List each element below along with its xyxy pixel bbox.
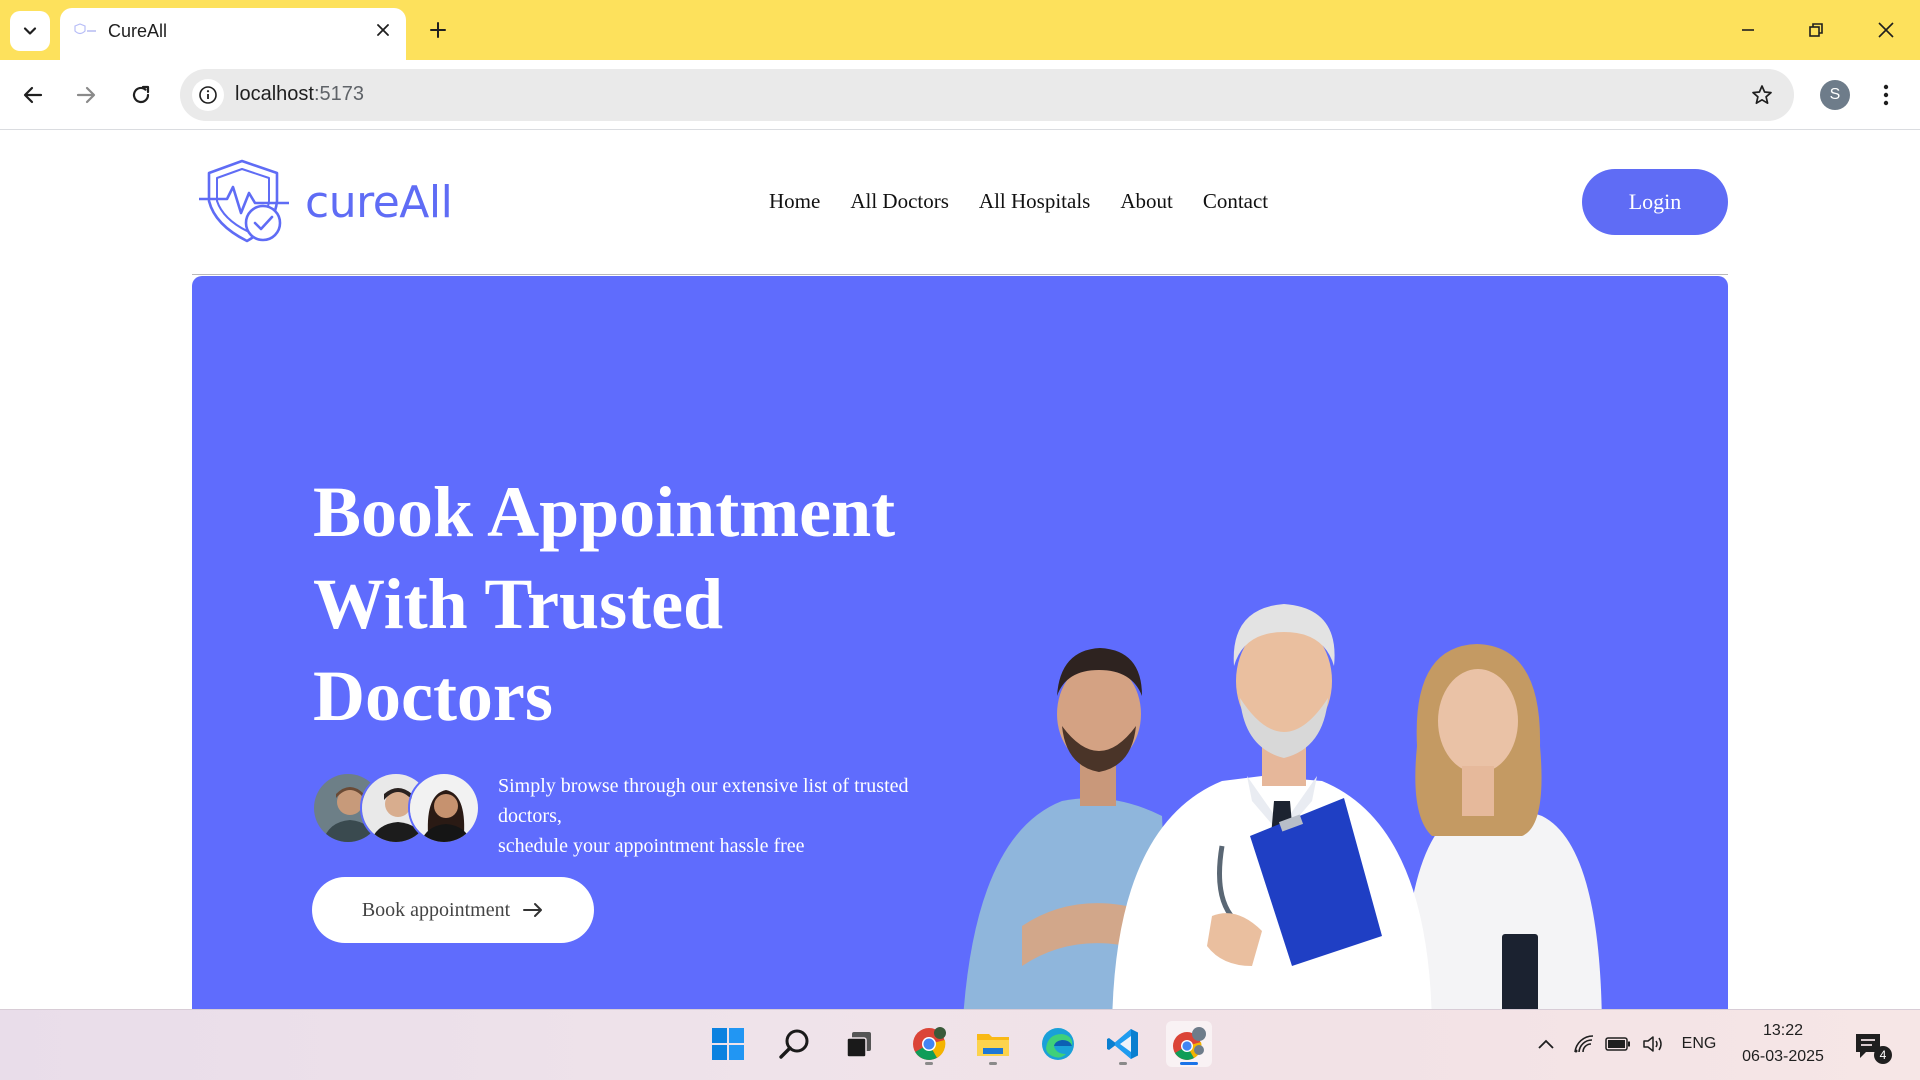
arrow-right-icon xyxy=(523,903,543,917)
search-icon xyxy=(779,1029,809,1059)
browser-tab[interactable]: CureAll xyxy=(60,8,406,60)
login-button[interactable]: Login xyxy=(1582,169,1728,235)
nav-all-hospitals[interactable]: All Hospitals xyxy=(979,189,1090,214)
info-icon xyxy=(199,86,217,104)
browser-tab-strip: CureAll xyxy=(0,0,1920,60)
hero-description-line: schedule your appointment hassle free xyxy=(498,835,805,857)
bookmark-button[interactable] xyxy=(1746,79,1778,111)
restore-button[interactable] xyxy=(1794,8,1838,52)
hero-banner: Book Appointment With Trusted Doctors Si… xyxy=(192,276,1728,1009)
doctors-group-illustration xyxy=(963,604,1602,1009)
header-divider xyxy=(192,274,1728,275)
tab-search-button[interactable] xyxy=(10,11,50,51)
network-button[interactable] xyxy=(1570,1032,1598,1056)
taskbar-edge-button[interactable] xyxy=(1035,1021,1081,1067)
notification-center-button[interactable]: 4 xyxy=(1852,1030,1892,1064)
tab-close-button[interactable] xyxy=(368,15,398,45)
browser-menu-button[interactable] xyxy=(1870,75,1902,115)
nav-home[interactable]: Home xyxy=(769,189,820,214)
close-icon xyxy=(1878,22,1894,38)
site-logo[interactable]: cureAll xyxy=(197,157,457,247)
clock-date: 06-03-2025 xyxy=(1742,1048,1824,1065)
active-indicator xyxy=(1180,1062,1198,1065)
edge-icon xyxy=(1042,1028,1074,1060)
running-indicator xyxy=(1119,1062,1127,1065)
speaker-icon xyxy=(1643,1036,1662,1052)
reload-icon xyxy=(132,85,150,104)
chrome-profile-icon xyxy=(1173,1027,1206,1060)
book-appointment-label: Book appointment xyxy=(361,898,511,921)
taskbar-vscode-button[interactable] xyxy=(1100,1021,1146,1067)
minimize-icon xyxy=(1742,29,1754,31)
url-text: localhost:5173 xyxy=(235,83,364,106)
task-view-button[interactable] xyxy=(836,1021,882,1067)
battery-button[interactable] xyxy=(1604,1032,1632,1056)
window-close-button[interactable] xyxy=(1864,8,1908,52)
running-indicator xyxy=(925,1062,933,1065)
windows-start-icon xyxy=(712,1028,744,1060)
minimize-button[interactable] xyxy=(1726,8,1770,52)
new-tab-button[interactable] xyxy=(422,14,454,46)
back-button[interactable] xyxy=(13,75,53,115)
hero-description-line: doctors, xyxy=(498,805,562,827)
taskbar-chrome-button[interactable] xyxy=(906,1021,952,1067)
language-indicator: ENG xyxy=(1681,1035,1717,1052)
favicon-icon xyxy=(74,23,96,35)
doctor-avatar-group xyxy=(312,772,482,846)
taskbar-clock[interactable]: 13:22 06-03-2025 xyxy=(1728,1018,1838,1070)
hero-title-line: Book Appointment xyxy=(313,472,896,552)
nav-about[interactable]: About xyxy=(1120,189,1173,214)
tab-title: CureAll xyxy=(108,21,168,41)
volume-button[interactable] xyxy=(1640,1032,1668,1056)
hero-description-line: Simply browse through our extensive list… xyxy=(498,775,909,797)
vscode-icon xyxy=(1107,1029,1138,1059)
arrow-right-icon xyxy=(76,86,96,104)
forward-button[interactable] xyxy=(66,75,106,115)
chevron-down-icon xyxy=(23,27,37,35)
shield-heartbeat-logo-icon xyxy=(199,159,289,243)
star-icon xyxy=(1752,85,1772,105)
start-button[interactable] xyxy=(705,1021,751,1067)
chrome-icon xyxy=(913,1027,946,1060)
site-info-button[interactable] xyxy=(192,79,224,111)
logo-text: cureAll xyxy=(305,177,453,228)
battery-icon xyxy=(1605,1037,1630,1051)
taskbar-file-explorer-button[interactable] xyxy=(970,1021,1016,1067)
task-view-icon xyxy=(846,1032,871,1058)
hero-title-line: Doctors xyxy=(313,656,553,736)
show-hidden-icons-button[interactable] xyxy=(1532,1032,1560,1056)
hero-title: Book Appointment With Trusted Doctors xyxy=(313,466,953,742)
doctor-right-figure xyxy=(1402,644,1602,1009)
book-appointment-button[interactable]: Book appointment xyxy=(312,877,594,943)
reload-button[interactable] xyxy=(121,75,161,115)
wifi-icon xyxy=(1574,1035,1594,1053)
hero-description: Simply browse through our extensive list… xyxy=(498,771,968,861)
nav-contact[interactable]: Contact xyxy=(1203,189,1268,214)
more-vertical-icon xyxy=(1883,84,1889,106)
browser-toolbar: localhost:5173 S xyxy=(0,60,1920,130)
profile-avatar[interactable]: S xyxy=(1820,80,1850,110)
avatar xyxy=(408,772,480,844)
clock-time: 13:22 xyxy=(1762,1022,1804,1039)
input-language-button[interactable]: ENG xyxy=(1676,1032,1722,1056)
arrow-left-icon xyxy=(23,86,43,104)
taskbar-chrome-profile-button[interactable] xyxy=(1166,1021,1212,1067)
taskbar-search-button[interactable] xyxy=(771,1021,817,1067)
plus-icon xyxy=(430,22,446,38)
chevron-up-icon xyxy=(1538,1039,1554,1049)
url-port: :5173 xyxy=(313,83,364,105)
notification-count-badge: 4 xyxy=(1874,1046,1892,1064)
restore-icon xyxy=(1809,23,1823,37)
address-bar[interactable]: localhost:5173 xyxy=(180,69,1794,121)
windows-taskbar: ENG 13:22 06-03-2025 4 xyxy=(0,1009,1920,1080)
close-icon xyxy=(377,24,389,36)
url-host: localhost xyxy=(235,83,314,105)
hero-title-line: With Trusted xyxy=(313,564,724,644)
web-page: cureAll Home All Doctors All Hospitals A… xyxy=(0,131,1920,1009)
file-explorer-icon xyxy=(977,1034,1009,1056)
running-indicator xyxy=(989,1062,997,1065)
doctor-center-figure xyxy=(1112,604,1432,1009)
main-nav: Home All Doctors All Hospitals About Con… xyxy=(769,189,1268,214)
nav-all-doctors[interactable]: All Doctors xyxy=(850,189,949,214)
